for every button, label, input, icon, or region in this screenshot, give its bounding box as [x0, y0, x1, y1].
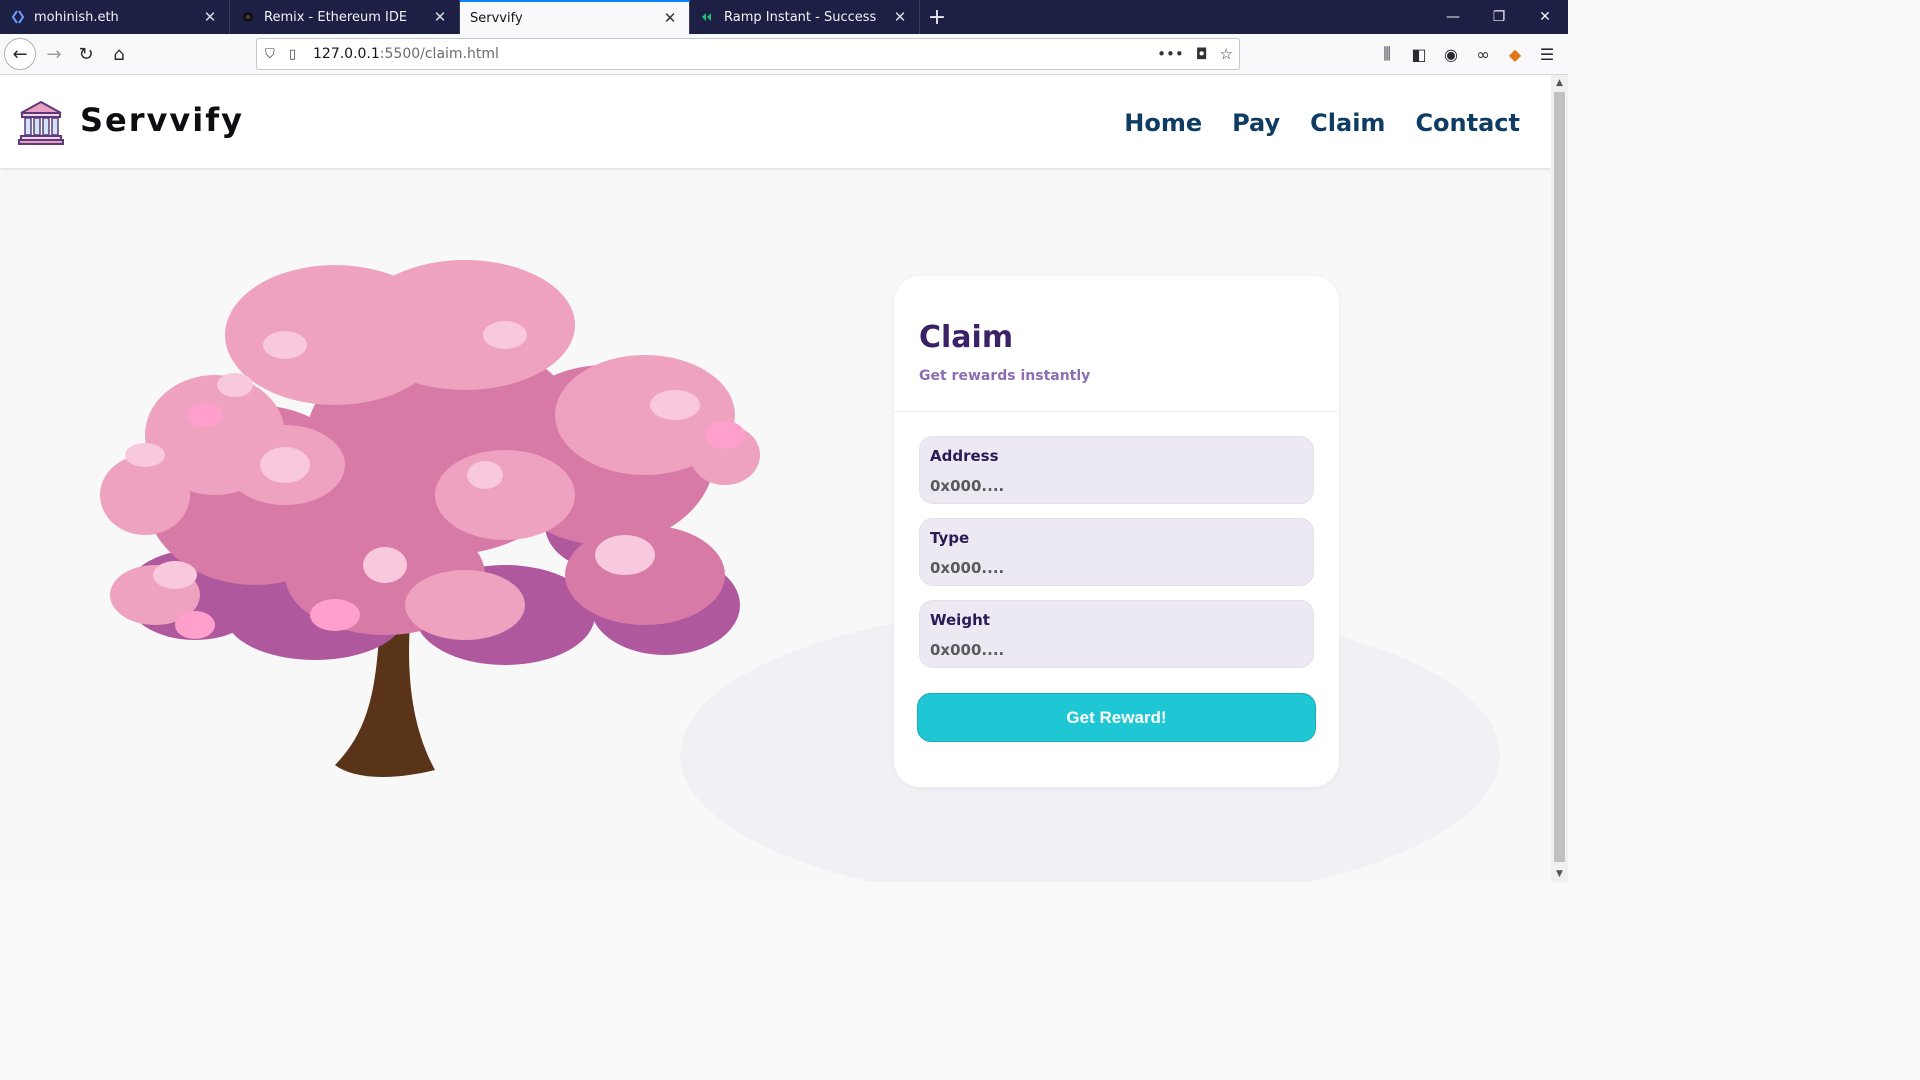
scroll-up-icon[interactable]: ▲	[1551, 75, 1568, 91]
weight-label: Weight	[930, 611, 990, 629]
arrow-left-icon: ←	[12, 43, 28, 65]
new-tab-button[interactable]: +	[920, 0, 954, 34]
metamask-icon[interactable]: ◆	[1506, 45, 1524, 64]
page-icon[interactable]: ▯	[289, 47, 307, 62]
close-icon[interactable]: ✕	[661, 9, 679, 27]
site-header: Servvify Home Pay Claim Contact	[0, 75, 1551, 168]
window-controls: — ❐ ✕	[1430, 0, 1568, 34]
type-label: Type	[930, 529, 970, 547]
shield-icon[interactable]: ⛉	[265, 47, 283, 62]
nav-pay[interactable]: Pay	[1232, 109, 1280, 137]
restore-icon[interactable]: ❐	[1476, 0, 1522, 34]
get-reward-button[interactable]: Get Reward!	[917, 693, 1316, 742]
arrow-right-icon: →	[46, 43, 62, 65]
library-icon[interactable]: ⫼	[1378, 44, 1396, 64]
weight-field[interactable]: Weight	[919, 600, 1314, 668]
remix-icon	[240, 9, 256, 25]
tab-bar: mohinish.eth ✕ Remix - Ethereum IDE ✕ Se…	[0, 0, 1568, 34]
brand-name[interactable]: Servvify	[80, 101, 244, 139]
menu-icon[interactable]: ☰	[1538, 45, 1556, 64]
window-close-icon[interactable]: ✕	[1522, 0, 1568, 34]
nav-toolbar: ← → ↻ ⌂ ⛉ ▯ 127.0.0.1:5500/claim.html ••…	[0, 34, 1568, 75]
extension-icon[interactable]: ∞	[1474, 45, 1492, 64]
close-icon[interactable]: ✕	[431, 8, 449, 26]
scroll-thumb[interactable]	[1554, 92, 1565, 862]
scroll-down-icon[interactable]: ▼	[1551, 866, 1568, 882]
home-icon: ⌂	[113, 43, 125, 65]
nav-home[interactable]: Home	[1124, 109, 1202, 137]
tab-label: mohinish.eth	[34, 9, 119, 25]
tab-label: Servvify	[470, 10, 523, 26]
more-icon[interactable]: •••	[1157, 45, 1184, 63]
tab-label: Remix - Ethereum IDE	[264, 9, 408, 25]
bank-logo-icon[interactable]	[17, 99, 65, 145]
address-field[interactable]: Address	[919, 436, 1314, 504]
scrollbar[interactable]: ▲ ▼	[1551, 75, 1568, 882]
reload-icon: ↻	[78, 43, 94, 65]
claim-card: Claim Get rewards instantly Address Type…	[894, 276, 1339, 787]
url-path: :5500/claim.html	[379, 46, 499, 62]
home-button[interactable]: ⌂	[103, 38, 135, 70]
tab-ramp[interactable]: Ramp Instant - Success ✕	[690, 0, 920, 34]
weight-input[interactable]	[930, 639, 1300, 661]
card-subtitle: Get rewards instantly	[919, 368, 1091, 384]
toolbar-right: ⫼ ◧ ◉ ∞ ◆ ☰	[1378, 38, 1556, 70]
sidebar-icon[interactable]: ◧	[1410, 45, 1428, 64]
ramp-icon	[700, 9, 716, 25]
url-actions: ••• ◘ ☆	[1157, 39, 1233, 69]
url-bar[interactable]: ⛉ ▯ 127.0.0.1:5500/claim.html ••• ◘ ☆	[256, 38, 1240, 70]
close-icon[interactable]: ✕	[891, 8, 909, 26]
card-title: Claim	[919, 320, 1014, 355]
nav-contact[interactable]: Contact	[1415, 109, 1520, 137]
divider	[894, 411, 1339, 412]
url-host: 127.0.0.1	[313, 46, 380, 62]
bookmark-star-icon[interactable]: ☆	[1220, 45, 1233, 63]
minimize-icon[interactable]: —	[1430, 0, 1476, 34]
tab-label: Ramp Instant - Success	[724, 9, 877, 25]
type-field[interactable]: Type	[919, 518, 1314, 586]
account-icon[interactable]: ◉	[1442, 45, 1460, 64]
pocket-icon[interactable]: ◘	[1196, 45, 1208, 63]
address-input[interactable]	[930, 475, 1300, 497]
cherry-tree-illustration	[100, 260, 760, 777]
back-button[interactable]: ←	[4, 38, 36, 70]
type-input[interactable]	[930, 557, 1300, 579]
address-label: Address	[930, 447, 999, 465]
tab-mohinish[interactable]: mohinish.eth ✕	[0, 0, 230, 34]
tab-remix[interactable]: Remix - Ethereum IDE ✕	[230, 0, 460, 34]
page-viewport: Servvify Home Pay Claim Contact Claim Ge…	[0, 75, 1551, 882]
tab-servvify[interactable]: Servvify ✕	[460, 0, 690, 34]
forward-button[interactable]: →	[38, 38, 70, 70]
main-nav: Home Pay Claim Contact	[1124, 109, 1520, 137]
reload-button[interactable]: ↻	[70, 38, 102, 70]
nav-claim[interactable]: Claim	[1310, 109, 1385, 137]
ens-icon	[10, 9, 26, 25]
close-icon[interactable]: ✕	[201, 8, 219, 26]
